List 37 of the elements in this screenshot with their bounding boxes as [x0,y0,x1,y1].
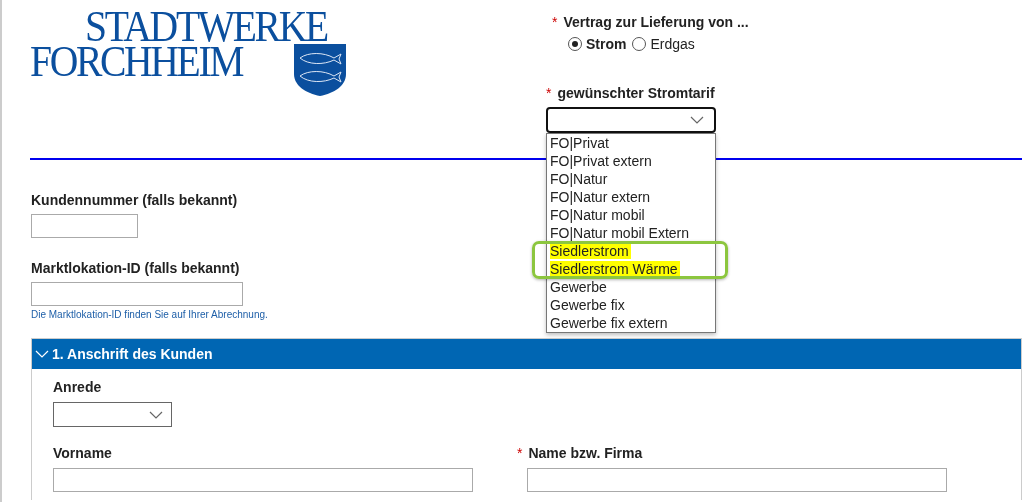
dropdown-option[interactable]: FO|Natur extern [550,189,653,205]
section-header[interactable]: 1. Anschrift des Kunden [32,339,1021,369]
input-field[interactable] [31,282,243,306]
required-asterisk: * [517,445,523,461]
dropdown-option[interactable]: FO|Privat [550,135,611,151]
field-label: Name bzw. Firma [528,445,643,461]
required-asterisk: * [546,85,552,101]
dropdown-option[interactable]: Gewerbe fix extern [550,315,670,331]
input-field[interactable] [527,468,947,492]
field-label: gewünschter Stromtarif [557,85,715,101]
field-label: Kundennummer (falls bekannt) [31,192,238,208]
field-label: Anrede [53,379,102,395]
radio-label[interactable]: Strom [586,36,627,52]
radio-label[interactable]: Erdgas [650,36,695,52]
dropdown-option[interactable]: Gewerbe fix [550,297,627,313]
dropdown-option[interactable]: FO|Natur mobil Extern [550,225,691,241]
dropdown-option[interactable]: FO|Natur [550,171,610,187]
dropdown-option[interactable]: Siedlerstrom Wärme [550,261,680,277]
dropdown-option[interactable]: FO|Natur mobil [550,207,647,223]
chevron-icon [35,350,49,358]
chevron-icon [149,410,163,419]
dropdown-option[interactable]: FO|Privat extern [550,153,654,169]
dropdown-option[interactable]: Gewerbe [550,279,609,295]
logo-text: STADTWERKE [85,9,327,44]
crest-icon [293,44,346,96]
logo-text: FORCHHEIM [30,44,243,79]
tariff-dropdown[interactable] [546,107,716,133]
field-label: Marktlokation-ID (falls bekannt) [31,260,240,276]
required-asterisk: * [552,14,558,30]
input-field[interactable] [53,468,473,492]
chevron-icon [690,116,704,124]
field-label: Vorname [53,445,112,461]
section-title: 1. Anschrift des Kunden [52,346,213,362]
input-field[interactable] [31,214,138,238]
salutation-dropdown[interactable] [53,402,172,427]
field-label: Vertrag zur Lieferung von ... [563,14,749,30]
hint-text: Die Marktlokation-ID finden Sie auf Ihrer Abrechnung. [31,309,269,320]
